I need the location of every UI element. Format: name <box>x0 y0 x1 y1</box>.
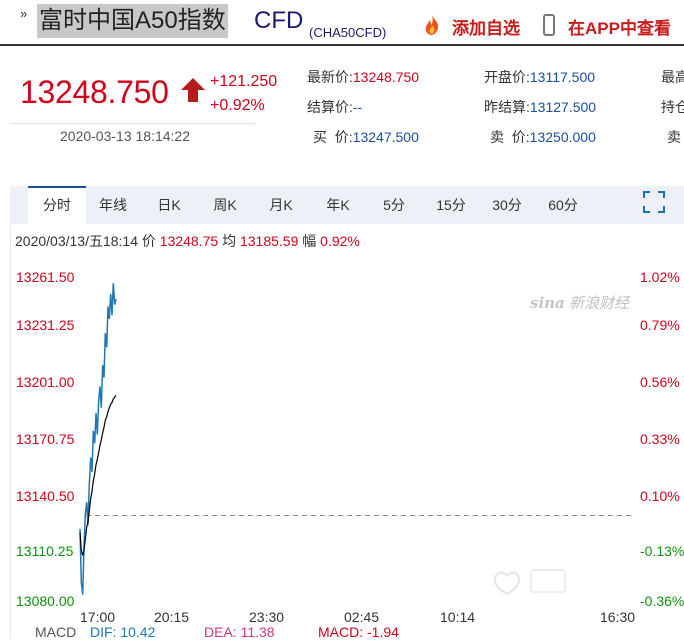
field-label: 最新价: <box>307 69 353 85</box>
tab-yearly-k[interactable]: 年K <box>315 186 361 224</box>
y-tick-label: 13110.25 <box>16 543 74 559</box>
fullscreen-icon[interactable] <box>643 191 665 213</box>
blog-watermark-logo <box>493 569 566 596</box>
tab-year-line[interactable]: 年线 <box>90 186 136 224</box>
field-value: 13127.500 <box>529 99 597 115</box>
current-price: 13248.750 <box>20 74 169 110</box>
change-percent: +0.92% <box>210 97 265 114</box>
field-label: 最高 <box>661 69 684 85</box>
instrument-type: CFD <box>254 7 304 34</box>
breadcrumb-arrow-icon: » <box>20 6 28 21</box>
field-value: 13117.500 <box>529 69 596 85</box>
x-tick-label: 23:30 <box>249 609 285 625</box>
info-price: 13248.75 <box>159 233 219 249</box>
info-amp: 0.92% <box>320 233 360 249</box>
fire-icon[interactable] <box>420 13 444 37</box>
y-pct-label: 0.56% <box>640 374 680 390</box>
y-tick-label: 13080.00 <box>16 593 75 609</box>
field-label: 结算价: <box>307 99 353 115</box>
y-pct-label: 0.10% <box>640 488 680 504</box>
prev-settle-field: 昨结算:13127.500 <box>484 97 596 117</box>
y-pct-label: 0.33% <box>640 431 680 447</box>
field-label: 持仓 <box>661 99 684 115</box>
add-favorite-button[interactable]: 添加自选 <box>452 14 520 39</box>
divider <box>10 123 255 124</box>
info-amp-label: 幅 <box>302 233 317 249</box>
tab-30min[interactable]: 30分 <box>483 186 531 224</box>
y-pct-label: 1.02% <box>640 269 680 285</box>
info-date: 2020/03/13/五18:14 <box>15 233 138 249</box>
tab-timeshare[interactable]: 分时 <box>28 186 86 224</box>
tab-daily-k[interactable]: 日K <box>147 186 191 224</box>
field-value: 13248.750 <box>352 69 420 85</box>
chart-area <box>10 226 684 638</box>
title-bar: » 富时中国A50指数 CFD (CHA50CFD) 添加自选 在APP中查看 <box>0 0 684 46</box>
y-tick-label: 13140.50 <box>16 488 75 504</box>
x-tick-label: 17:00 <box>80 609 116 625</box>
tab-15min[interactable]: 15分 <box>427 186 475 224</box>
tab-60min[interactable]: 60分 <box>539 186 587 224</box>
y-tick-label: 13201.00 <box>16 374 75 390</box>
field-label: 昨结算: <box>484 99 530 115</box>
y-pct-label: 0.79% <box>640 317 680 333</box>
field-label: 买 价: <box>313 129 353 145</box>
y-pct-label: -0.36% <box>640 593 684 609</box>
info-avg: 13185.59 <box>239 233 299 249</box>
position-field: 持仓 <box>661 97 684 117</box>
field-label: 卖 价: <box>490 129 530 145</box>
chart-info-line: 2020/03/13/五18:14 价 13248.75 均 13185.59 … <box>15 231 360 251</box>
instrument-code: (CHA50CFD) <box>309 25 387 40</box>
field-label: 开盘价: <box>484 69 530 85</box>
x-tick-label: 16:30 <box>600 609 636 625</box>
y-tick-label: 13170.75 <box>16 431 75 447</box>
open-price-field: 开盘价:13117.500 <box>484 67 595 87</box>
bid-price-field: 买 价:13247.500 <box>313 127 419 147</box>
info-price-label: 价 <box>141 233 156 249</box>
phone-icon[interactable] <box>543 14 555 36</box>
field-value: -- <box>352 99 363 115</box>
view-in-app-button[interactable]: 在APP中查看 <box>568 14 671 39</box>
quote-timestamp: 2020-03-13 18:14:22 <box>60 128 190 144</box>
sina-finance-watermark: sina 新浪财经 <box>530 294 629 312</box>
watermark-text: 新浪财经 <box>568 295 629 312</box>
y-tick-label: 13231.25 <box>16 317 75 333</box>
x-tick-label: 20:15 <box>154 609 190 625</box>
change-value: +121.250 <box>210 73 278 90</box>
info-avg-label: 均 <box>222 233 237 249</box>
field-value: 13247.500 <box>352 129 419 145</box>
instrument-name: 富时中国A50指数 <box>37 4 228 38</box>
settle-price-field: 结算价:-- <box>307 97 362 117</box>
x-tick-label: 10:14 <box>440 609 476 625</box>
y-pct-label: -0.13% <box>640 543 684 559</box>
tab-5min[interactable]: 5分 <box>372 186 416 224</box>
tab-weekly-k[interactable]: 周K <box>202 186 248 224</box>
ask-price-field: 卖 价:13250.000 <box>490 127 596 147</box>
price-change: +121.250 +0.92% <box>210 70 277 118</box>
field-value: 13250.000 <box>529 129 596 145</box>
sell-field: 卖 <box>667 127 681 147</box>
high-price-field: 最高 <box>661 67 684 87</box>
tab-monthly-k[interactable]: 月K <box>258 186 304 224</box>
chart-period-tabs: 分时 年线 日K 周K 月K 年K 5分 15分 30分 60分 <box>10 186 684 224</box>
y-tick-label: 13261.50 <box>16 269 75 285</box>
latest-price-field: 最新价:13248.750 <box>307 67 419 87</box>
x-tick-label: 02:45 <box>344 609 380 625</box>
field-label: 卖 <box>667 129 681 145</box>
up-arrow-icon <box>181 78 205 102</box>
